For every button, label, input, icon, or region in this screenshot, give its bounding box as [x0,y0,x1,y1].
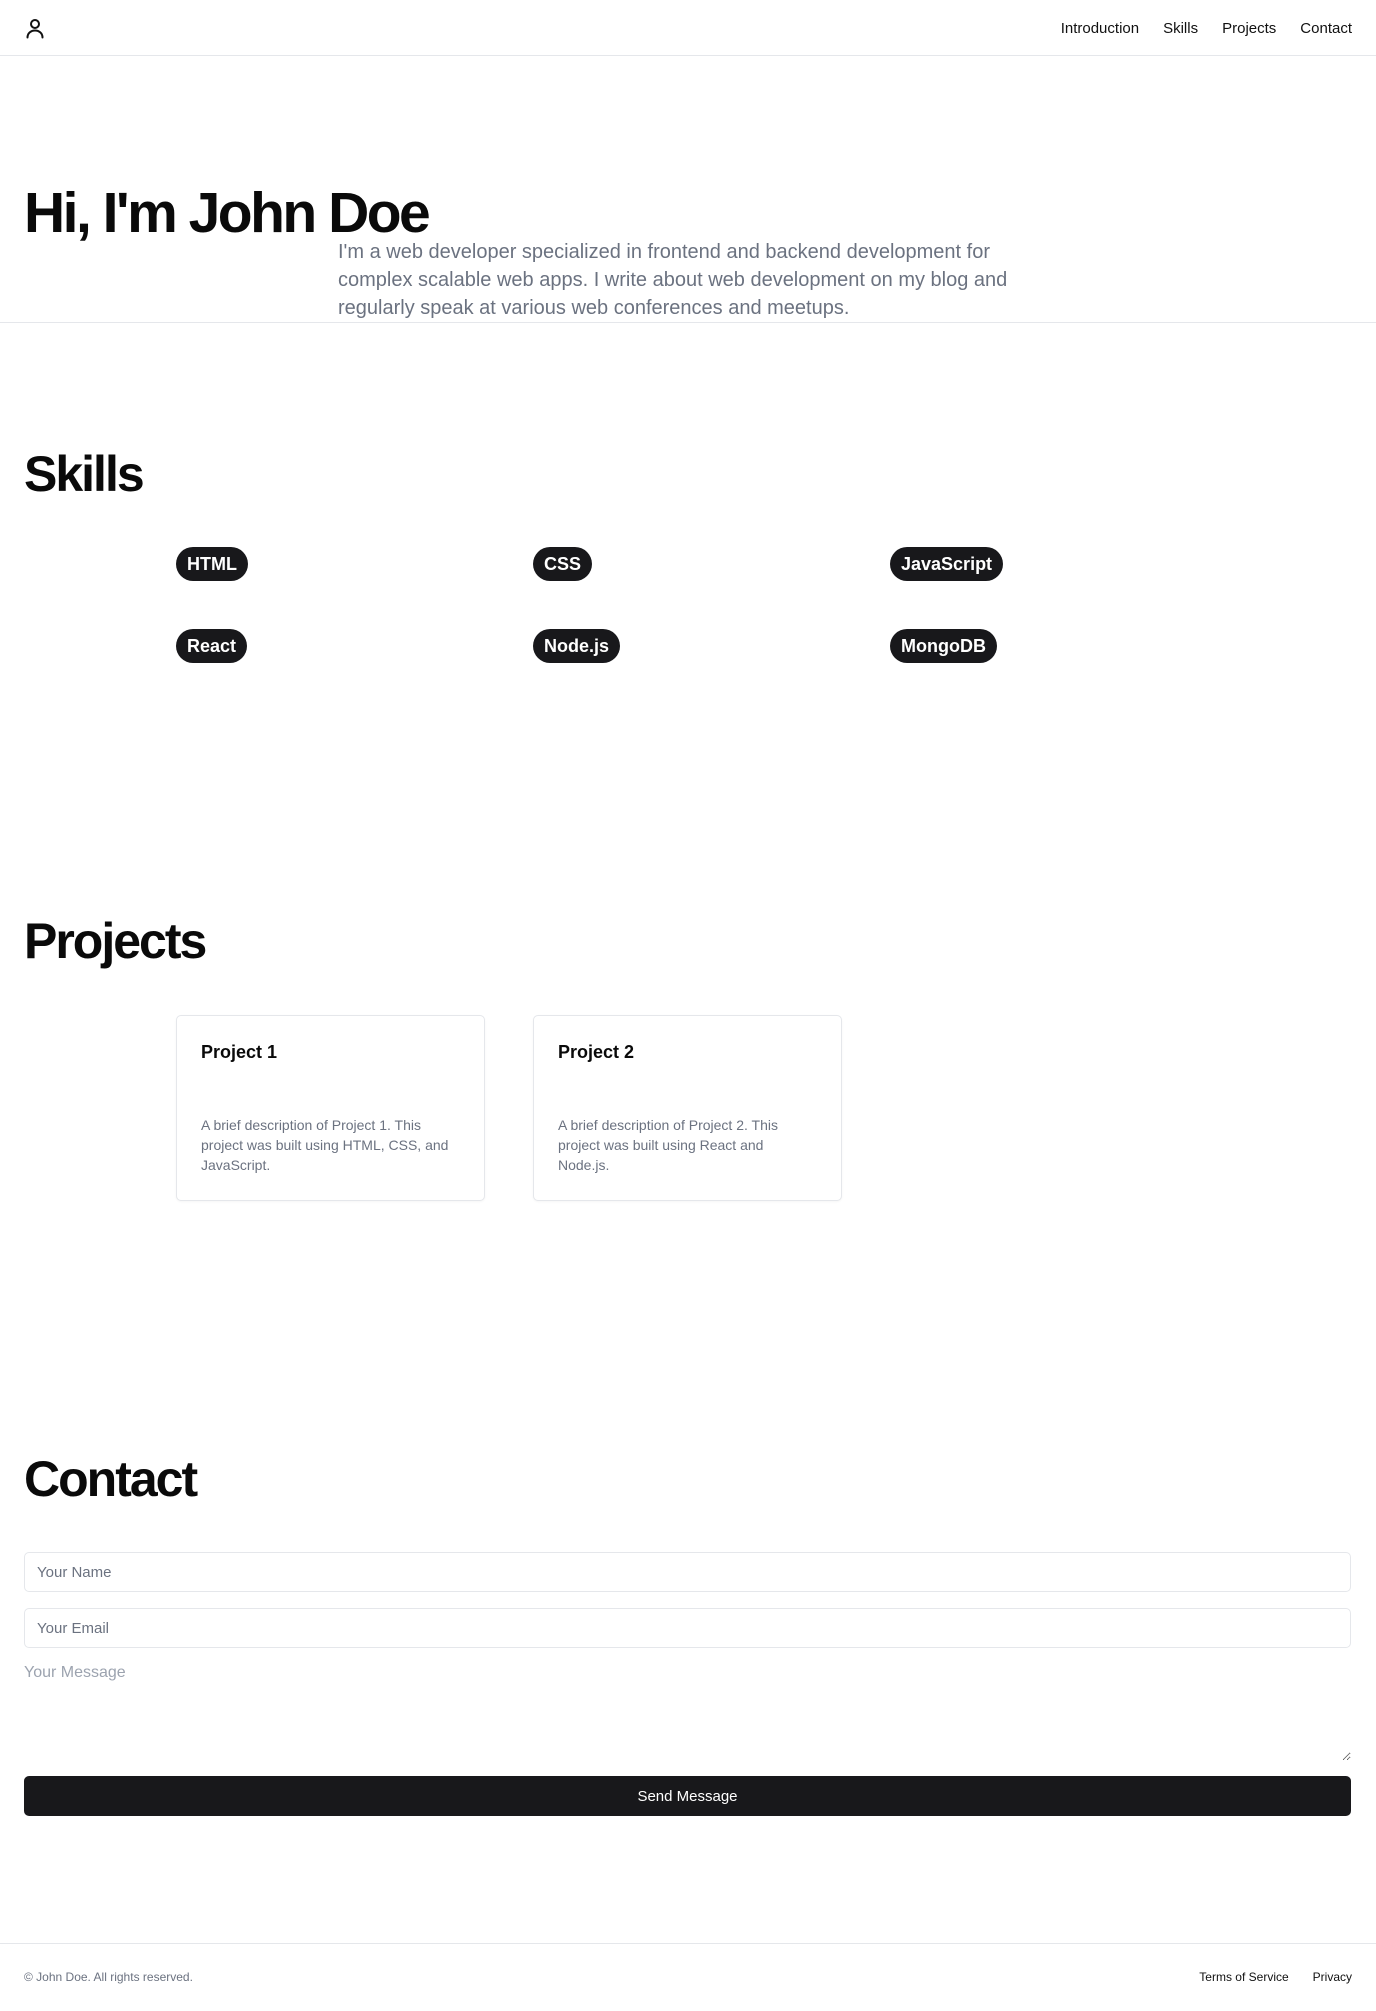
project-card[interactable]: Project 1 A brief description of Project… [176,1015,485,1201]
send-message-button[interactable]: Send Message [24,1776,1351,1816]
site-header: Introduction Skills Projects Contact [0,0,1376,56]
skill-badge: MongoDB [890,629,997,663]
project-title: Project 2 [558,1042,635,1062]
nav-link-projects[interactable]: Projects [1222,20,1276,37]
message-field[interactable] [24,1664,1351,1761]
project-description: A brief description of Project 1. This p… [201,1117,449,1173]
projects-title: Projects [24,913,207,969]
footer-links: Terms of Service Privacy [1199,1970,1352,1984]
skill-badge: Node.js [533,629,621,663]
terms-of-service-link[interactable]: Terms of Service [1199,1970,1288,1984]
user-icon[interactable] [24,17,46,39]
skills-title: Skills [24,446,145,502]
nav-link-skills[interactable]: Skills [1163,20,1198,37]
site-footer: © John Doe. All rights reserved. Terms o… [0,1943,1376,2011]
skill-badge: CSS [533,547,593,581]
name-field[interactable] [24,1552,1351,1592]
main-nav: Introduction Skills Projects Contact [1061,0,1352,56]
nav-link-introduction[interactable]: Introduction [1061,20,1139,37]
nav-link-contact[interactable]: Contact [1300,20,1352,37]
email-field[interactable] [24,1608,1351,1648]
copyright-text: © John Doe. All rights reserved. [24,1970,193,1984]
skill-badge: React [176,629,248,663]
project-card[interactable]: Project 2 A brief description of Project… [533,1015,842,1201]
project-title: Project 1 [201,1042,278,1062]
skill-badge: JavaScript [890,547,1004,581]
hero-description: I'm a web developer specialized in front… [338,241,1008,319]
contact-title: Contact [24,1451,198,1507]
section-divider [0,322,1376,323]
project-description: A brief description of Project 2. This p… [558,1117,778,1173]
skill-badge: HTML [176,547,248,581]
privacy-link[interactable]: Privacy [1313,1970,1352,1984]
